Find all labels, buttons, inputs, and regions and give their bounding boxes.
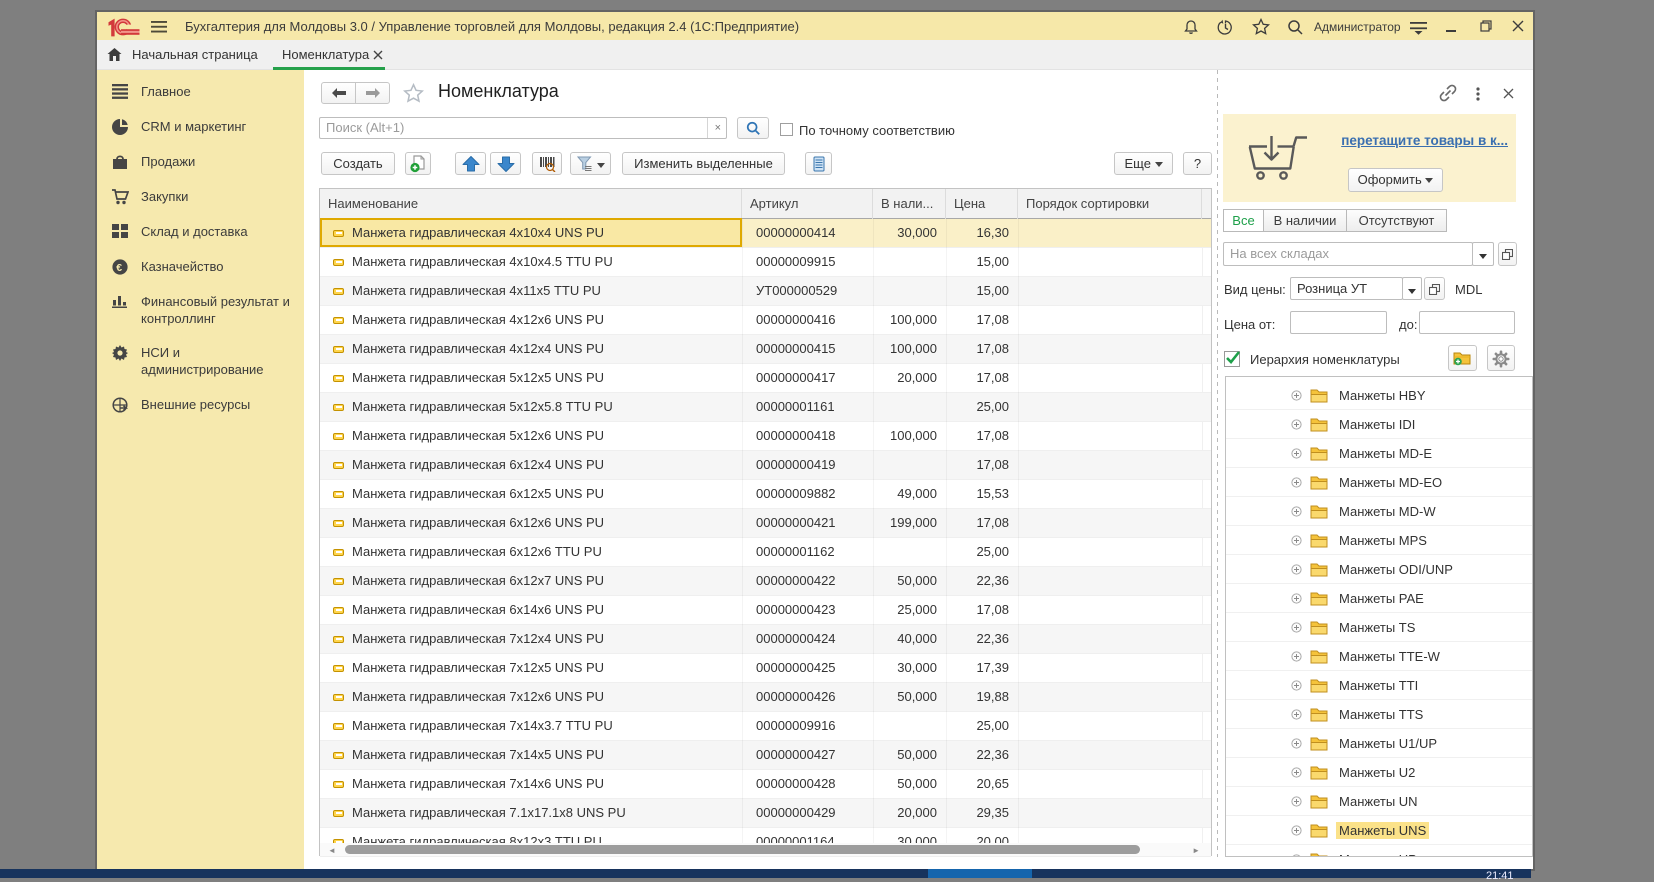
svg-text:€: € bbox=[116, 262, 122, 274]
